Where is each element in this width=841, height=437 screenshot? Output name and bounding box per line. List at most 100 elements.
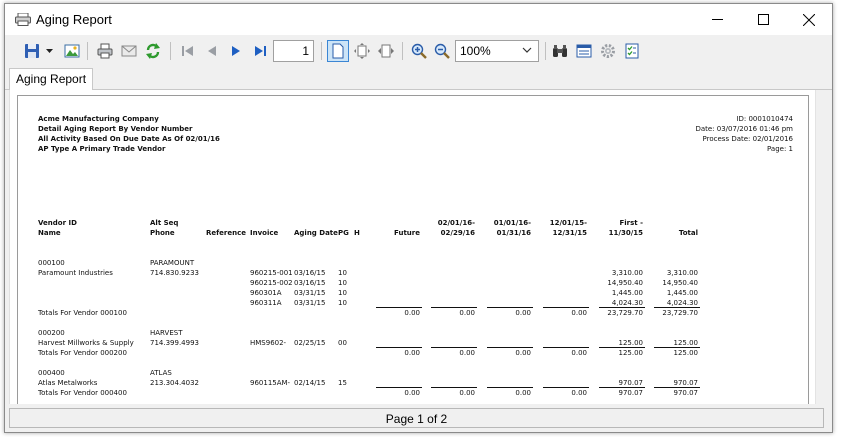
report-date: Date: 03/07/2016 01:46 pm bbox=[695, 125, 793, 133]
maximize-button[interactable] bbox=[740, 4, 786, 35]
report-window: Aging Report 1 100% Aging Report Acme Ma… bbox=[4, 3, 833, 433]
zoom-in-button[interactable] bbox=[408, 40, 430, 62]
header-period2-start: 01/01/16- bbox=[493, 219, 531, 227]
invoice-number: 960301A bbox=[250, 289, 282, 297]
invoice-number: 960115AM- bbox=[250, 379, 291, 387]
next-page-button[interactable] bbox=[225, 40, 247, 62]
invoice-total: 1,445.00 bbox=[666, 289, 698, 297]
vendor-totals-label: Totals For Vendor 000100 bbox=[38, 309, 127, 317]
save-dropdown-button[interactable] bbox=[43, 40, 55, 62]
report-process-date: Process Date: 02/01/2016 bbox=[702, 135, 793, 143]
status-bar: Page 1 of 2 bbox=[5, 407, 832, 432]
total-period1: 0.00 bbox=[459, 349, 475, 357]
total-future: 0.00 bbox=[404, 349, 420, 357]
last-page-icon bbox=[255, 46, 266, 56]
status-panel: Page 1 of 2 bbox=[9, 408, 824, 428]
vertical-scrollbar[interactable] bbox=[815, 90, 832, 404]
header-phone: Phone bbox=[150, 229, 175, 237]
header-first: First - bbox=[619, 219, 644, 227]
invoice-first-amount: 970.07 bbox=[618, 379, 644, 387]
previous-page-icon bbox=[208, 46, 216, 56]
company-name: Acme Manufacturing Company bbox=[38, 115, 159, 123]
header-period2-end: 01/31/16 bbox=[496, 229, 531, 237]
total-period1: 0.00 bbox=[459, 389, 475, 397]
title-bar: Aging Report bbox=[5, 4, 832, 35]
report-title: Detail Aging Report By Vendor Number bbox=[38, 125, 193, 133]
page-setup-button[interactable] bbox=[573, 40, 595, 62]
email-button[interactable] bbox=[118, 40, 140, 62]
total-amount: 23,729.70 bbox=[662, 309, 698, 317]
zoom-in-icon bbox=[411, 43, 427, 59]
single-page-view-button[interactable] bbox=[327, 40, 349, 62]
invoice-first-amount: 14,950.40 bbox=[607, 279, 643, 287]
invoice-aging-date: 02/14/15 bbox=[294, 379, 326, 387]
invoice-pg: 15 bbox=[338, 379, 347, 387]
refresh-button[interactable] bbox=[142, 40, 164, 62]
binoculars-icon bbox=[553, 45, 567, 57]
total-period3: 0.00 bbox=[571, 389, 587, 397]
invoice-number: HMS9602- bbox=[250, 339, 287, 347]
printer-icon bbox=[97, 43, 113, 59]
page-number-input[interactable]: 1 bbox=[273, 40, 314, 62]
previous-page-button[interactable] bbox=[201, 40, 223, 62]
total-period3: 0.00 bbox=[571, 309, 587, 317]
header-aging-date: Aging Date bbox=[294, 229, 338, 237]
vendor-totals-label: Totals For Vendor 000400 bbox=[38, 389, 127, 397]
invoice-aging-date: 02/25/15 bbox=[294, 339, 326, 347]
invoice-aging-date: 03/16/15 bbox=[294, 269, 326, 277]
header-period3-start: 12/01/15- bbox=[549, 219, 587, 227]
invoice-pg: 10 bbox=[338, 279, 347, 287]
page-width-button[interactable] bbox=[375, 40, 397, 62]
first-page-icon bbox=[182, 46, 193, 56]
gear-icon bbox=[601, 44, 615, 58]
total-period2: 0.00 bbox=[515, 309, 531, 317]
total-first: 125.00 bbox=[618, 349, 644, 357]
invoice-number: 960311A bbox=[250, 299, 282, 307]
total-future: 0.00 bbox=[404, 309, 420, 317]
last-page-button[interactable] bbox=[249, 40, 271, 62]
zoom-out-icon bbox=[434, 43, 450, 59]
report-ap-type: AP Type A Primary Trade Vendor bbox=[38, 145, 166, 153]
export-image-button[interactable] bbox=[61, 40, 83, 62]
printer-app-icon bbox=[15, 13, 31, 26]
dropdown-arrow-icon bbox=[45, 48, 53, 53]
zoom-select[interactable]: 100% bbox=[455, 40, 539, 62]
header-h: H bbox=[354, 229, 360, 237]
invoice-aging-date: 03/31/15 bbox=[294, 299, 326, 307]
vendor-name: Harvest Millworks & Supply bbox=[38, 339, 134, 347]
vendor-name: Paramount Industries bbox=[38, 269, 113, 277]
header-period1-start: 02/01/16- bbox=[437, 219, 475, 227]
fit-page-button[interactable] bbox=[351, 40, 373, 62]
zoom-out-button[interactable] bbox=[431, 40, 453, 62]
close-button[interactable] bbox=[786, 4, 832, 35]
invoice-number: 960215-002 bbox=[250, 279, 293, 287]
total-period2: 0.00 bbox=[515, 349, 531, 357]
page-count-status: Page 1 of 2 bbox=[385, 412, 448, 426]
save-button[interactable] bbox=[21, 40, 43, 62]
invoice-pg: 10 bbox=[338, 289, 347, 297]
header-period1-end: 02/29/16 bbox=[440, 229, 475, 237]
find-button[interactable] bbox=[549, 40, 571, 62]
invoice-number: 960215-001 bbox=[250, 269, 293, 277]
settings-button[interactable] bbox=[597, 40, 619, 62]
report-viewport[interactable]: Acme Manufacturing Company Detail Aging … bbox=[9, 90, 815, 404]
page-setup-icon bbox=[576, 44, 592, 58]
header-period3-end: 12/31/15 bbox=[552, 229, 587, 237]
next-page-icon bbox=[232, 46, 240, 56]
print-button[interactable] bbox=[94, 40, 116, 62]
total-future: 0.00 bbox=[404, 389, 420, 397]
header-alt-seq: Alt Seq bbox=[150, 219, 179, 227]
total-period2: 0.00 bbox=[515, 389, 531, 397]
vendor-name: Atlas Metalworks bbox=[38, 379, 98, 387]
vendor-phone: 714.830.9233 bbox=[150, 269, 199, 277]
tab-aging-report[interactable]: Aging Report bbox=[9, 68, 94, 91]
first-page-button[interactable] bbox=[177, 40, 199, 62]
invoice-first-amount: 3,310.00 bbox=[611, 269, 643, 277]
chevron-down-icon bbox=[522, 47, 532, 53]
minimize-button[interactable] bbox=[694, 4, 740, 35]
fit-page-icon bbox=[354, 43, 370, 59]
parameters-button[interactable] bbox=[621, 40, 643, 62]
invoice-total: 970.07 bbox=[673, 379, 699, 387]
total-amount: 125.00 bbox=[673, 349, 699, 357]
total-first: 970.07 bbox=[618, 389, 644, 397]
